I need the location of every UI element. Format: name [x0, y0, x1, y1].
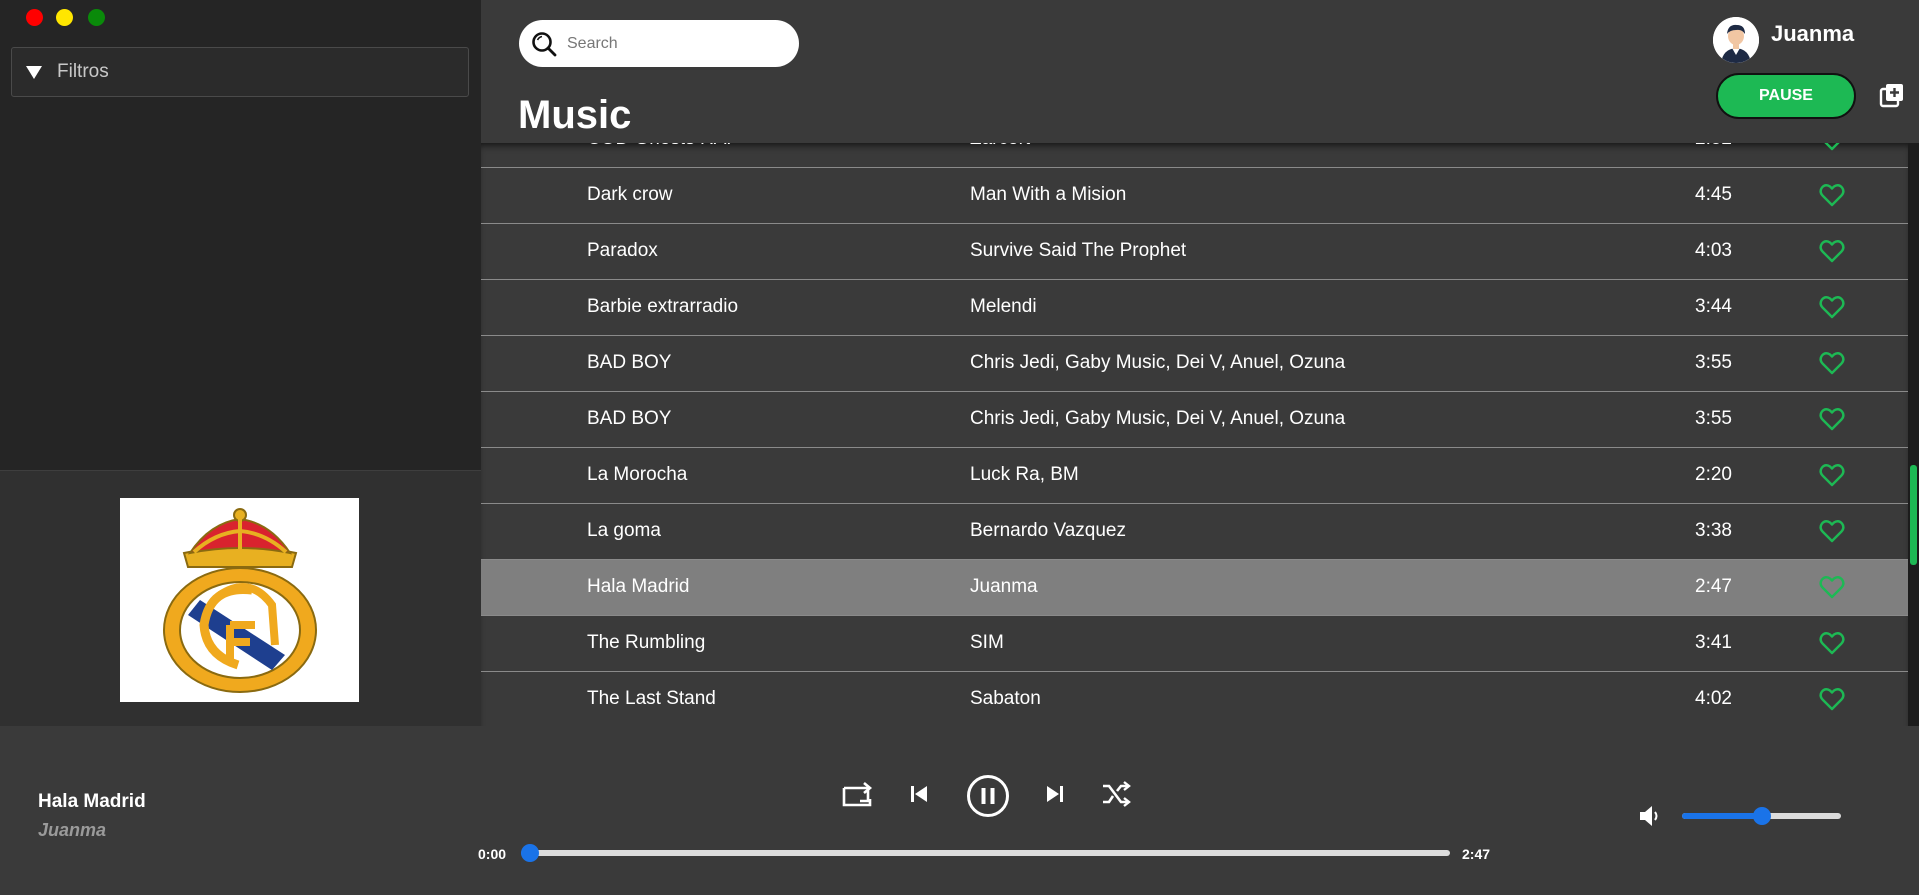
player-bar: Hala Madrid Juanma 0:00 2:47	[0, 726, 1919, 895]
track-row[interactable]: Hala Madrid Juanma 2:47	[481, 560, 1908, 616]
heart-icon[interactable]	[1819, 463, 1845, 487]
track-row[interactable]: The Rumbling SIM 3:41	[481, 616, 1908, 672]
window-close-button[interactable]	[26, 9, 43, 26]
filters-label: Filtros	[57, 61, 109, 82]
track-title: La goma	[587, 520, 661, 541]
track-row[interactable]: Barbie extrarradio Melendi 3:44	[481, 280, 1908, 336]
track-artist: Sabaton	[970, 688, 1041, 709]
heart-icon[interactable]	[1819, 407, 1845, 431]
track-duration: 2:47	[1695, 576, 1732, 597]
main-content: Music Juanma PAUSE COD Ghosts RAP Zarcort…	[481, 0, 1919, 726]
window-maximize-button[interactable]	[88, 9, 105, 26]
track-artist: Melendi	[970, 296, 1037, 317]
track-list: COD Ghosts RAP Zarcort 2:52 Dark crow Man Wi…	[481, 143, 1908, 726]
track-row[interactable]: Paradox Survive Said The Prophet 4:03	[481, 224, 1908, 280]
track-row[interactable]: BAD BOY Chris Jedi, Gaby Music, Dei V, An…	[481, 336, 1908, 392]
heart-icon[interactable]	[1819, 519, 1845, 543]
progress-slider[interactable]	[521, 844, 1450, 862]
triangle-down-icon	[26, 65, 42, 79]
track-artist: Chris Jedi, Gaby Music, Dei V, Anuel, Oz…	[970, 352, 1346, 373]
repeat-icon[interactable]	[840, 779, 874, 809]
track-title: The Last Stand	[587, 688, 716, 709]
now-playing-artist: Juanma	[38, 820, 107, 840]
track-duration: 2:52	[1695, 143, 1732, 166]
track-artist: Survive Said The Prophet	[970, 240, 1187, 261]
page-title: Music	[518, 93, 632, 137]
heart-icon[interactable]	[1819, 295, 1845, 319]
shuffle-icon[interactable]	[1101, 780, 1131, 808]
pause-icon[interactable]	[966, 774, 1010, 818]
avatar[interactable]	[1713, 17, 1759, 63]
track-row[interactable]: COD Ghosts RAP Zarcort 2:52	[481, 143, 1908, 168]
heart-icon[interactable]	[1819, 575, 1845, 599]
next-icon[interactable]	[1045, 784, 1065, 804]
track-artist: Bernardo Vazquez	[970, 520, 1126, 541]
track-duration: 3:41	[1695, 632, 1732, 653]
heart-icon[interactable]	[1819, 143, 1845, 151]
track-title: BAD BOY	[587, 408, 672, 429]
sidebar: Filtros	[0, 0, 481, 726]
heart-icon[interactable]	[1819, 687, 1845, 711]
track-duration: 4:02	[1695, 688, 1732, 709]
add-to-playlist-icon[interactable]	[1879, 82, 1905, 108]
pause-button[interactable]: PAUSE	[1716, 73, 1856, 119]
search-input[interactable]	[567, 34, 767, 53]
heart-icon[interactable]	[1819, 239, 1845, 263]
track-duration: 3:55	[1695, 408, 1732, 429]
track-title: Hala Madrid	[587, 576, 690, 597]
track-artist: Zarcort	[970, 143, 1030, 166]
track-title: The Rumbling	[587, 632, 706, 653]
heart-icon[interactable]	[1819, 183, 1845, 207]
track-row[interactable]: Dark crow Man With a Mision 4:45	[481, 168, 1908, 224]
username[interactable]: Juanma	[1771, 21, 1854, 47]
track-artist: Juanma	[970, 576, 1038, 597]
track-title: Paradox	[587, 240, 658, 261]
heart-icon[interactable]	[1819, 631, 1845, 655]
album-art-panel	[0, 470, 481, 726]
track-title: Dark crow	[587, 184, 673, 205]
user-profile[interactable]: Juanma	[1713, 17, 1854, 63]
track-artist: Man With a Mision	[970, 184, 1127, 205]
progress-handle[interactable]	[521, 844, 539, 862]
real-madrid-crest-logo	[162, 508, 317, 693]
track-row[interactable]: BAD BOY Chris Jedi, Gaby Music, Dei V, An…	[481, 392, 1908, 448]
total-time: 2:47	[1462, 846, 1491, 862]
track-duration: 3:38	[1695, 520, 1732, 541]
album-art	[120, 498, 359, 702]
track-title: Barbie extrarradio	[587, 296, 739, 317]
track-duration: 2:20	[1695, 464, 1732, 485]
track-artist: SIM	[970, 632, 1004, 653]
heart-icon[interactable]	[1819, 351, 1845, 375]
window-minimize-button[interactable]	[56, 9, 73, 26]
track-artist: Chris Jedi, Gaby Music, Dei V, Anuel, Oz…	[970, 408, 1346, 429]
volume-icon[interactable]	[1637, 803, 1663, 829]
user-avatar-icon	[1713, 17, 1759, 63]
track-row[interactable]: La goma Bernardo Vazquez 3:38	[481, 504, 1908, 560]
volume-handle[interactable]	[1753, 807, 1771, 825]
track-duration: 4:03	[1695, 240, 1732, 261]
scrollbar-thumb[interactable]	[1910, 465, 1917, 565]
current-time: 0:00	[478, 846, 507, 862]
volume-slider[interactable]	[1682, 807, 1841, 825]
track-row[interactable]: The Last Stand Sabaton 4:02	[481, 672, 1908, 726]
track-duration: 4:45	[1695, 184, 1732, 205]
track-duration: 3:44	[1695, 296, 1732, 317]
track-title: BAD BOY	[587, 352, 672, 373]
track-title: COD Ghosts RAP	[587, 143, 739, 166]
previous-icon[interactable]	[909, 784, 929, 804]
track-title: La Morocha	[587, 464, 688, 485]
volume-fill	[1682, 813, 1762, 819]
track-list-scrollbar[interactable]	[1908, 143, 1919, 726]
search-icon	[532, 31, 557, 56]
search-bar[interactable]	[519, 20, 799, 67]
now-playing-title: Hala Madrid	[38, 791, 146, 812]
track-row[interactable]: La Morocha Luck Ra, BM 2:20	[481, 448, 1908, 504]
track-duration: 3:55	[1695, 352, 1732, 373]
filters-dropdown[interactable]: Filtros	[11, 47, 469, 97]
track-artist: Luck Ra, BM	[970, 464, 1079, 485]
